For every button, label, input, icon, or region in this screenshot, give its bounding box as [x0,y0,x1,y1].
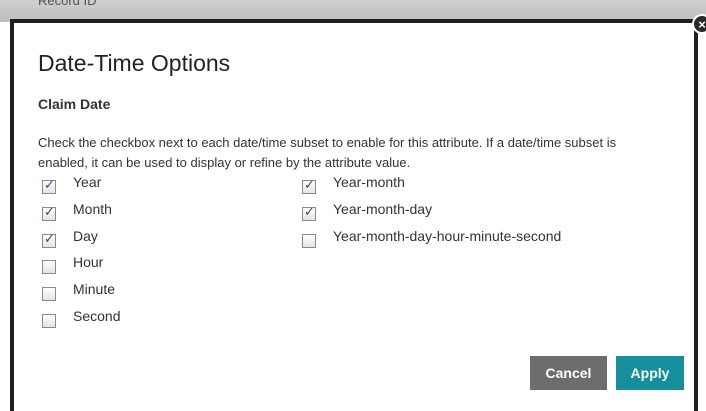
checkbox[interactable] [42,287,56,301]
dialog-title: Date-Time Options [38,50,231,76]
cancel-button[interactable]: Cancel [530,356,607,390]
option-year-month-day-hour-minute-second[interactable]: Year-month-day-hour-minute-second [302,228,562,251]
option-hour[interactable]: Hour [42,254,104,277]
apply-button[interactable]: Apply [616,356,684,390]
option-label: Minute [73,281,116,297]
option-second[interactable]: Second [42,308,121,331]
dialog-description: Check the checkbox next to each date/tim… [38,135,617,170]
option-year-month[interactable]: Year-month [302,174,405,197]
checkbox[interactable] [42,260,56,274]
option-day[interactable]: Day [42,228,98,251]
option-label: Day [73,228,98,244]
attribute-name: Claim Date [38,96,111,112]
checkbox[interactable] [42,178,56,194]
option-year-month-day[interactable]: Year-month-day [302,201,433,224]
option-label: Hour [73,254,104,270]
checkbox[interactable] [42,232,56,248]
option-label: Year [73,174,102,190]
checkbox[interactable] [302,178,316,194]
background-record-id-label: Record ID [38,0,97,8]
close-icon[interactable]: × [692,14,706,34]
option-label: Second [73,308,121,324]
option-month[interactable]: Month [42,201,112,224]
checkbox[interactable] [42,205,56,221]
option-label: Year-month [333,174,405,190]
option-label: Year-month-day-hour-minute-second [333,228,562,244]
option-minute[interactable]: Minute [42,281,116,304]
option-label: Year-month-day [333,201,433,217]
checkbox[interactable] [42,314,56,328]
checkbox[interactable] [302,205,316,221]
checkbox[interactable] [302,234,316,248]
option-year[interactable]: Year [42,174,102,197]
option-label: Month [73,201,112,217]
